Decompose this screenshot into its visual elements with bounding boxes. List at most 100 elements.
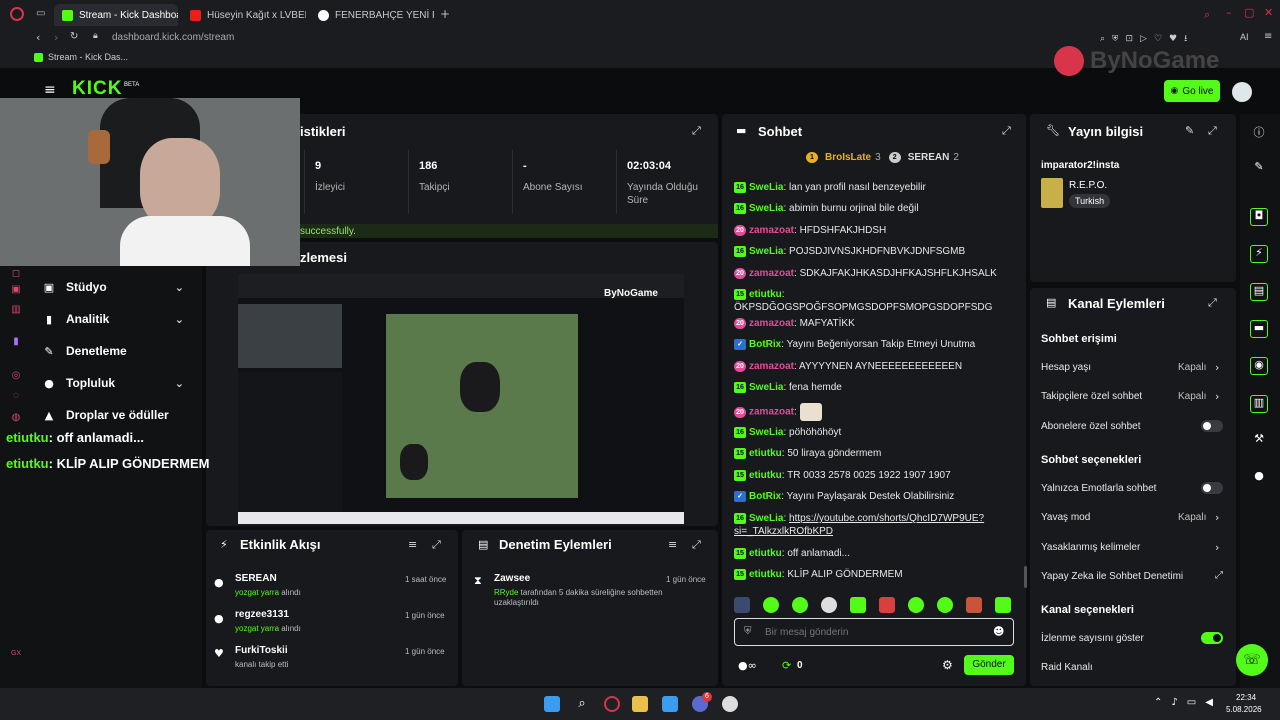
menu-icon[interactable]: ≡ <box>1264 31 1272 42</box>
popout-icon[interactable]: ⤢ <box>1002 124 1011 138</box>
sidebar-item-studio[interactable]: ▣ Stüdyo ⌄ <box>44 277 194 297</box>
chat-username[interactable]: SweLia <box>749 182 783 193</box>
ai-moderation-label[interactable]: Yapay Zeka ile Sohbet Denetimi <box>1041 571 1183 582</box>
search-tabs-icon[interactable]: ⌕ <box>1204 8 1210 22</box>
tab-menu-icon[interactable]: ▭ <box>36 8 45 19</box>
top-chatter[interactable]: 2 SEREAN 2 <box>888 152 959 163</box>
chat-username[interactable]: zamazoat <box>749 361 794 372</box>
chat-username[interactable]: zamazoat <box>749 407 794 418</box>
top-chatter[interactable]: 1 BroIsLate 3 <box>806 152 881 163</box>
tab-kick-dashboard[interactable]: Stream - Kick Dashboard <box>54 4 178 26</box>
filter-icon[interactable]: ≡ <box>408 538 417 551</box>
twitch-icon[interactable]: ▮ <box>10 336 22 348</box>
external-link-icon[interactable]: ⤢ <box>1215 570 1223 581</box>
chat-username[interactable]: zamazoat <box>749 225 794 236</box>
sidebar-item-moderation[interactable]: ✎ Denetleme <box>44 341 194 361</box>
activity-name[interactable]: SEREAN <box>235 573 277 584</box>
file-explorer-icon[interactable] <box>632 696 648 712</box>
popout-icon[interactable]: ⤢ <box>1208 124 1217 138</box>
popout-icon[interactable]: ⤢ <box>1208 296 1217 310</box>
filter-icon[interactable]: ≡ <box>668 538 677 551</box>
moderation-target[interactable]: Zawsee <box>494 573 530 584</box>
chat-username[interactable]: etiutku <box>749 569 782 580</box>
camera-icon[interactable]: ◘ <box>1250 208 1268 226</box>
wrench-icon[interactable]: ⚒ <box>1250 432 1268 450</box>
category-name[interactable]: R.E.P.O. <box>1069 180 1107 191</box>
search-icon[interactable]: ⌕ <box>574 696 590 712</box>
emote-icon[interactable] <box>734 597 750 613</box>
chat-username[interactable]: etiutku <box>749 548 782 559</box>
chat-username[interactable]: SweLia <box>749 427 783 438</box>
emote-icon[interactable] <box>995 597 1011 613</box>
popout-icon[interactable]: ⤢ <box>432 538 441 552</box>
maximize-icon[interactable]: ▢ <box>1244 6 1254 19</box>
emote-icon[interactable] <box>850 597 866 613</box>
community-icon[interactable]: ● <box>1250 469 1268 487</box>
emote-icon[interactable] <box>879 597 895 613</box>
emote-icon[interactable] <box>792 597 808 613</box>
lightning-icon[interactable]: ⚡︎ <box>1250 245 1268 263</box>
rail-icon-6[interactable]: ◌ <box>10 390 22 402</box>
tab-google[interactable]: FENERBAHÇE YENİ FORMA <box>310 4 434 26</box>
scrollbar-thumb[interactable] <box>1024 566 1027 588</box>
send-button[interactable]: Gönder <box>964 655 1014 675</box>
chevron-right-icon[interactable]: › <box>1215 390 1219 403</box>
chat-username[interactable]: etiutku <box>749 470 782 481</box>
support-chat-icon[interactable]: ☏ <box>1236 644 1268 676</box>
kick-logo[interactable]: KICK <box>72 78 122 100</box>
subs-only-toggle[interactable] <box>1201 420 1223 432</box>
channel-icon[interactable]: ▥ <box>1250 395 1268 413</box>
emote-icon[interactable] <box>908 597 924 613</box>
chat-username[interactable]: BotRix <box>749 339 781 350</box>
stream-preview-video[interactable]: ByNoGame <box>238 274 684 524</box>
reload-icon[interactable]: ↻ <box>70 31 78 42</box>
rail-icon-1[interactable]: ◻ <box>10 268 22 280</box>
edit-icon[interactable]: ✎ <box>1185 124 1194 137</box>
app-icon[interactable] <box>662 696 678 712</box>
chat-username[interactable]: etiutku <box>749 448 782 459</box>
rail-icon-5[interactable]: ◎ <box>10 370 22 382</box>
emoji-icon[interactable]: ☻ <box>993 625 1004 638</box>
url-field[interactable]: dashboard.kick.com/stream <box>112 32 234 43</box>
extensions-icons[interactable]: ⌕⛨⊡▷♡♥⭳ <box>1100 31 1194 47</box>
rail-icon-7[interactable]: ◍ <box>10 412 22 424</box>
emotes-only-toggle[interactable] <box>1201 482 1223 494</box>
chat-username[interactable]: zamazoat <box>749 268 794 279</box>
gear-icon[interactable]: ⚙ <box>942 658 953 672</box>
opera-icon[interactable] <box>604 696 620 712</box>
sidebar-item-community[interactable]: ● Topluluk ⌄ <box>44 373 194 393</box>
chat-username[interactable]: etiutku <box>749 289 782 300</box>
chevron-right-icon[interactable]: › <box>1215 541 1219 554</box>
chat-bubble-icon[interactable]: ▬ <box>1250 320 1268 338</box>
slow-mode-label[interactable]: Yavaş mod <box>1041 512 1090 523</box>
chat-username[interactable]: SweLia <box>749 246 783 257</box>
emote-icon[interactable] <box>821 597 837 613</box>
close-window-icon[interactable]: ✕ <box>1264 6 1273 19</box>
community-icon[interactable]: ●∞ <box>738 659 757 672</box>
sidebar-item-analytics[interactable]: ▮ Analitik ⌄ <box>44 309 194 329</box>
emote-icon[interactable] <box>937 597 953 613</box>
back-icon[interactable]: ‹ <box>36 31 40 44</box>
go-live-button[interactable]: ◉ Go live <box>1164 80 1220 102</box>
followers-only-label[interactable]: Takipçilere özel sohbet <box>1041 391 1142 402</box>
activity-name[interactable]: regzee3131 <box>235 609 289 620</box>
raid-channel-label[interactable]: Raid Kanalı <box>1041 662 1093 673</box>
app-icon[interactable] <box>722 696 738 712</box>
rail-icon-2[interactable]: ▣ <box>10 284 22 296</box>
chat-input-box[interactable]: ⛨ ☻ <box>734 618 1014 646</box>
forward-icon[interactable]: › <box>54 31 58 44</box>
hamburger-menu-icon[interactable]: ≡ <box>44 82 56 98</box>
chevron-right-icon[interactable]: › <box>1215 511 1219 524</box>
banned-words-label[interactable]: Yasaklanmış kelimeler <box>1041 542 1140 553</box>
chat-username[interactable]: SweLia <box>749 203 783 214</box>
avatar[interactable] <box>1232 82 1252 102</box>
sidebar-item-drops[interactable]: ▲ Droplar ve ödüller <box>44 405 194 425</box>
broadcast-icon[interactable]: ◉ <box>1250 357 1268 375</box>
opera-logo-icon[interactable] <box>10 7 24 21</box>
emote-icon[interactable] <box>966 597 982 613</box>
popout-icon[interactable]: ⤢ <box>692 538 701 552</box>
bookmark-item[interactable]: Stream - Kick Das... <box>34 52 128 62</box>
info-icon[interactable]: ⓘ <box>1250 124 1268 142</box>
activity-name[interactable]: FurkiToskii <box>235 645 288 656</box>
chat-input[interactable] <box>765 624 965 640</box>
